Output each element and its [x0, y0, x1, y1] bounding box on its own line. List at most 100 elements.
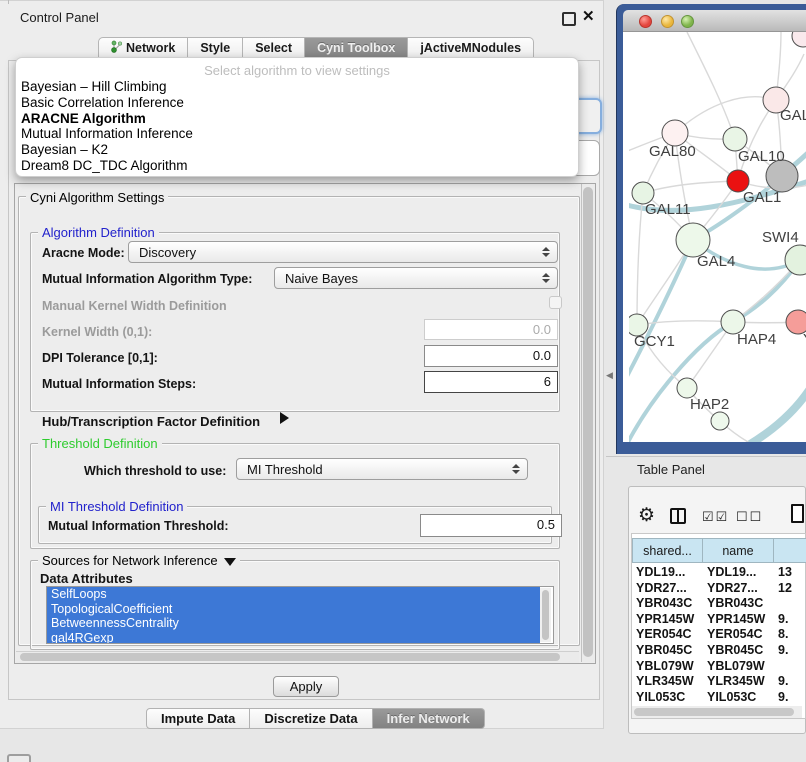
network-edge[interactable]	[643, 181, 738, 193]
tab-network[interactable]: Network	[98, 37, 188, 59]
table-cell[interactable]: 9.	[774, 612, 806, 628]
table-cell[interactable]: YLR345W	[632, 674, 703, 690]
mi-steps-field[interactable]: 6	[424, 371, 558, 393]
bottom-tab-discretize-data[interactable]: Discretize Data	[250, 708, 372, 729]
table-cell[interactable]: YER054C	[703, 627, 774, 643]
table-header-row: shared...name	[632, 538, 806, 563]
table-column-header-shared[interactable]: shared...	[632, 538, 703, 563]
aracne-mode-combo[interactable]: Discovery	[128, 241, 558, 263]
table-column-header-blank[interactable]	[774, 538, 806, 563]
table-cell[interactable]: 9.	[774, 690, 806, 706]
table-cell[interactable]: YBR043C	[703, 596, 774, 612]
network-node-swi4[interactable]	[785, 245, 806, 275]
network-graph[interactable]: GALGAL80GAL10GAL1GAL11GAL4SWI4GCY1HAP4YH…	[629, 32, 806, 442]
network-node-label: GAL4	[697, 253, 735, 270]
dropdown-option-aracne-algorithm[interactable]: ARACNE Algorithm	[20, 111, 574, 127]
tab-style[interactable]: Style	[188, 37, 243, 59]
panel-divider-grabber[interactable]: ◀	[606, 370, 613, 381]
table-cell[interactable]	[774, 596, 806, 612]
close-window-icon[interactable]	[639, 15, 652, 28]
tab-select[interactable]: Select	[243, 37, 305, 59]
mi-algorithm-type-combo[interactable]: Naive Bayes	[274, 267, 558, 289]
table-row[interactable]: YIL053CYIL053C9.	[632, 690, 806, 706]
gear-icon[interactable]: ⚙	[638, 504, 655, 527]
table-cell[interactable]: YDR27...	[632, 581, 703, 597]
dropdown-option-dream8-dc-tdc-algorithm[interactable]: Dream8 DC_TDC Algorithm	[20, 158, 574, 174]
table-row[interactable]: YDR27...YDR27...12	[632, 581, 806, 597]
table-row[interactable]: YER054CYER054C8.	[632, 627, 806, 643]
table-column-header-name[interactable]: name	[703, 538, 774, 563]
attribute-item-selfloops[interactable]: SelfLoops	[47, 587, 540, 602]
table-cell[interactable]: 8.	[774, 627, 806, 643]
sources-group-title[interactable]: Sources for Network Inference	[38, 553, 240, 568]
dpi-tolerance-field[interactable]: 0.0	[424, 345, 558, 367]
table-cell[interactable]: YBL079W	[703, 659, 774, 675]
document-icon[interactable]	[791, 504, 804, 523]
table-cell[interactable]: YDR27...	[703, 581, 774, 597]
network-node-gal4[interactable]	[676, 223, 710, 257]
mi-threshold-field[interactable]: 0.5	[420, 514, 562, 537]
table-cell[interactable]	[774, 659, 806, 675]
dropdown-option-mutual-information-inference[interactable]: Mutual Information Inference	[20, 126, 574, 142]
expand-arrow-icon[interactable]	[280, 412, 289, 424]
minimize-window-icon[interactable]	[661, 15, 674, 28]
network-edge[interactable]	[747, 384, 806, 442]
zoom-window-icon[interactable]	[681, 15, 694, 28]
table-cell[interactable]: 13	[774, 565, 806, 581]
table-cell[interactable]: YDL19...	[632, 565, 703, 581]
network-canvas[interactable]: GALGAL80GAL10GAL1GAL11GAL4SWI4GCY1HAP4YH…	[623, 32, 806, 442]
dropdown-option-bayesian-hill-climbing[interactable]: Bayesian – Hill Climbing	[20, 79, 574, 95]
settings-vertical-scrollbar-thumb[interactable]	[583, 187, 593, 657]
table-horizontal-scrollbar-thumb[interactable]	[634, 708, 794, 716]
which-threshold-combo[interactable]: MI Threshold	[236, 458, 528, 480]
table-cell[interactable]: YPR145W	[632, 612, 703, 628]
deselect-all-checkboxes-icon[interactable]: ☐☐	[736, 509, 763, 525]
kernel-width-field[interactable]: 0.0	[424, 319, 558, 340]
float-panel-icon[interactable]	[562, 12, 576, 26]
bottom-corner-button[interactable]	[7, 754, 31, 762]
tab-jactivemnodules[interactable]: jActiveMNodules	[408, 37, 534, 59]
columns-icon[interactable]	[670, 508, 686, 524]
attributes-list-scrollbar-thumb[interactable]	[542, 590, 549, 640]
network-node-hap2[interactable]	[677, 378, 697, 398]
network-edge[interactable]	[687, 32, 735, 139]
table-cell[interactable]: YBR045C	[703, 643, 774, 659]
table-cell[interactable]: YIL053C	[632, 690, 703, 706]
table-cell[interactable]: 12	[774, 581, 806, 597]
manual-kernel-width-checkbox[interactable]	[549, 296, 562, 309]
table-cell[interactable]: YBR043C	[632, 596, 703, 612]
network-node-unlabeled[interactable]	[711, 412, 729, 430]
bottom-tab-infer-network[interactable]: Infer Network	[373, 708, 485, 729]
collapse-arrow-icon[interactable]	[224, 558, 236, 566]
table-cell[interactable]: YPR145W	[703, 612, 774, 628]
network-edge[interactable]	[637, 193, 643, 325]
table-cell[interactable]: YBR045C	[632, 643, 703, 659]
table-row[interactable]: YBL079WYBL079W	[632, 659, 806, 675]
table-row[interactable]: YPR145WYPR145W9.	[632, 612, 806, 628]
settings-horizontal-scrollbar-thumb[interactable]	[20, 653, 560, 661]
attribute-item-betweennesscentrality[interactable]: BetweennessCentrality	[47, 616, 540, 631]
dropdown-option-basic-correlation-inference[interactable]: Basic Correlation Inference	[20, 95, 574, 111]
select-all-checkboxes-icon[interactable]: ☑☑	[702, 509, 729, 525]
table-cell[interactable]: 9.	[774, 674, 806, 690]
close-panel-icon[interactable]: ✕	[582, 7, 595, 25]
table-cell[interactable]: YER054C	[632, 627, 703, 643]
table-cell[interactable]: 9.	[774, 643, 806, 659]
attribute-item-topologicalcoefficient[interactable]: TopologicalCoefficient	[47, 602, 540, 617]
table-cell[interactable]: YDL19...	[703, 565, 774, 581]
table-cell[interactable]: YLR345W	[703, 674, 774, 690]
table-row[interactable]: YBR045CYBR045C9.	[632, 643, 806, 659]
table-cell[interactable]: YBL079W	[632, 659, 703, 675]
dropdown-option-bayesian-k2[interactable]: Bayesian – K2	[20, 142, 574, 158]
data-attributes-list[interactable]: SelfLoopsTopologicalCoefficientBetweenne…	[46, 586, 554, 644]
table-row[interactable]: YLR345WYLR345W9.	[632, 674, 806, 690]
hub-definition-label[interactable]: Hub/Transcription Factor Definition	[42, 414, 260, 429]
bottom-tab-impute-data[interactable]: Impute Data	[146, 708, 250, 729]
attribute-item-gal4rgexp[interactable]: gal4RGexp	[47, 631, 540, 645]
table-row[interactable]: YDL19...YDL19...13	[632, 565, 806, 581]
tab-cyni-toolbox[interactable]: Cyni Toolbox	[305, 37, 408, 59]
network-node-unlabeled[interactable]	[792, 32, 806, 47]
table-row[interactable]: YBR043CYBR043C	[632, 596, 806, 612]
table-cell[interactable]: YIL053C	[703, 690, 774, 706]
apply-button[interactable]: Apply	[273, 676, 339, 697]
